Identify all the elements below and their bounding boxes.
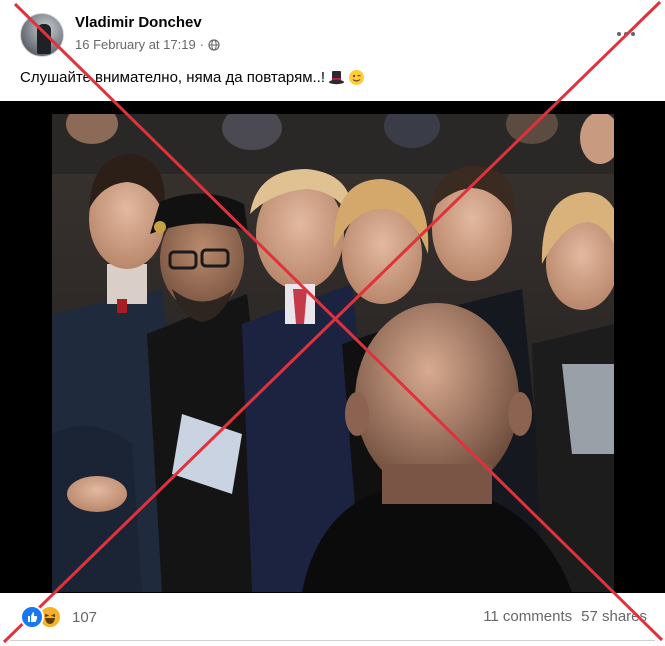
ellipsis-dot [624, 32, 628, 36]
post-timestamp[interactable]: 16 February at 17:19 [75, 37, 196, 52]
post-text: Слушайте внимателно, няма да повтарям..! [20, 69, 365, 86]
post-options-button[interactable] [612, 20, 640, 48]
author-name[interactable]: Vladimir Donchev [75, 14, 202, 31]
top-hat-emoji [329, 71, 345, 85]
comments-count-link[interactable]: 11 comments [483, 608, 572, 625]
footer-divider [10, 640, 655, 641]
avatar-silhouette [37, 24, 51, 54]
winking-face-emoji [349, 70, 365, 85]
ellipsis-dot [631, 32, 635, 36]
post-message: Слушайте внимателно, няма да повтарям..! [20, 69, 326, 86]
meta-separator: · [199, 37, 205, 52]
reaction-count[interactable]: 107 [72, 609, 97, 626]
like-icon [20, 605, 44, 629]
facebook-post: Vladimir Donchev 16 February at 17:19 · … [0, 0, 665, 646]
shares-count-link[interactable]: 57 shares [581, 608, 647, 625]
reactions-summary[interactable]: 107 [20, 605, 97, 629]
post-photo[interactable] [52, 114, 614, 592]
ellipsis-icon [617, 32, 621, 36]
globe-icon [208, 38, 220, 51]
engagement-stats: 11 comments 57 shares [483, 608, 647, 625]
crowd-photo-illustration [52, 114, 614, 592]
post-meta: 16 February at 17:19 · [75, 37, 220, 52]
author-avatar[interactable] [20, 13, 64, 57]
